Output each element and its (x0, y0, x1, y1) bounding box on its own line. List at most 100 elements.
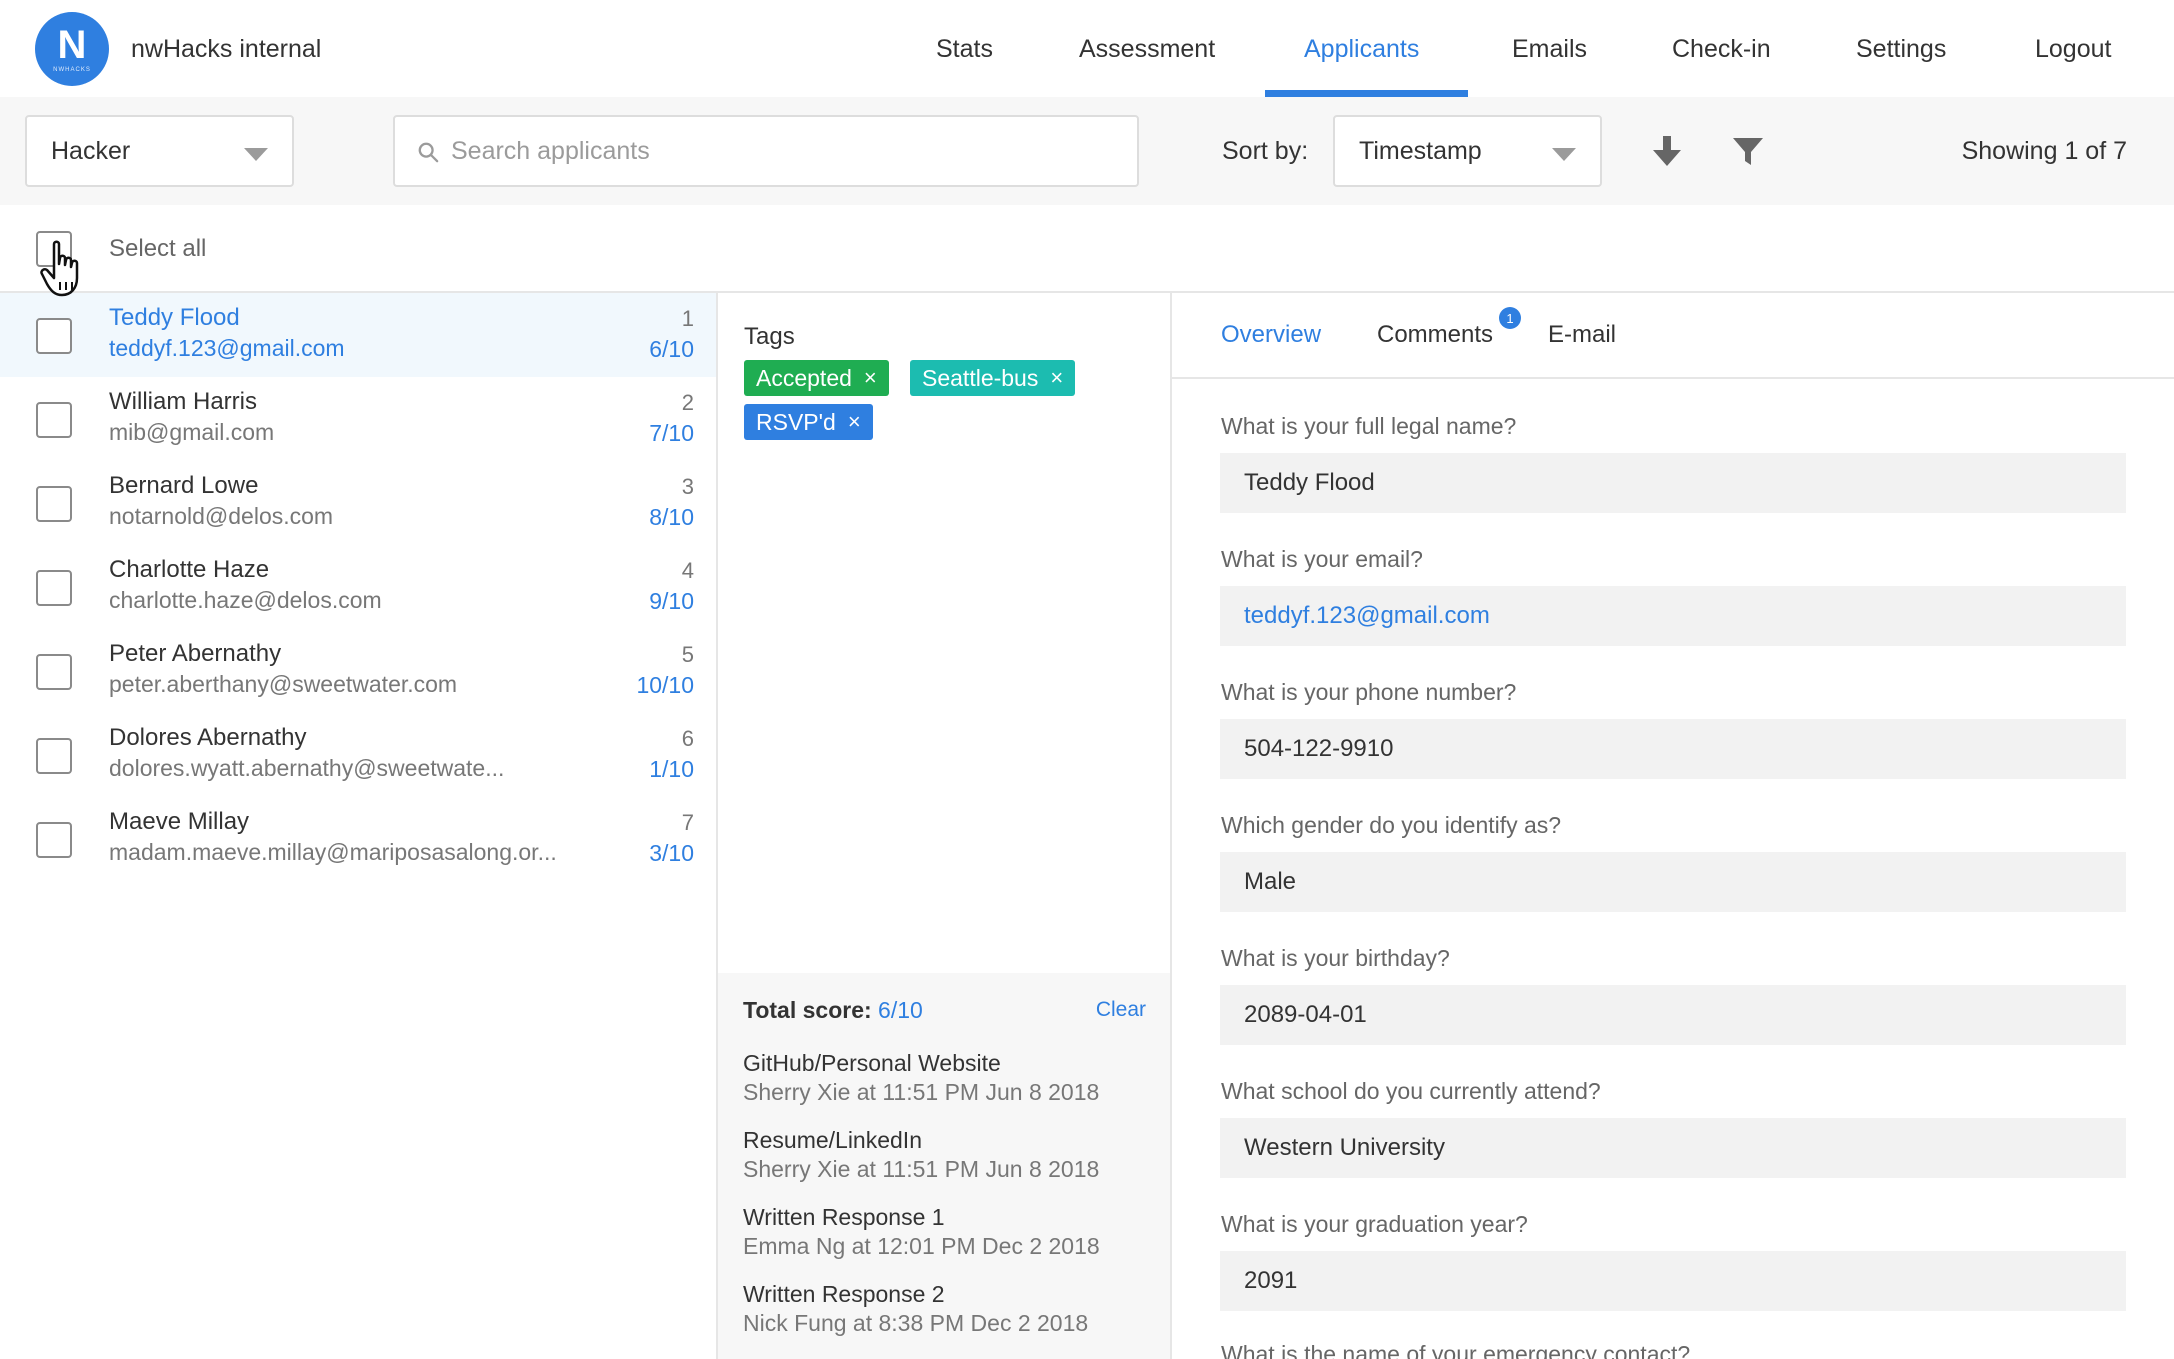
question-label: Which gender do you identify as? (1221, 812, 1562, 838)
applicant-name: Dolores Abernathy (109, 724, 307, 751)
tag-rsvpd[interactable]: RSVP'd × (744, 404, 873, 440)
applicant-number: 4 (681, 558, 694, 583)
tag-accepted[interactable]: Accepted × (744, 360, 889, 396)
select-all-label: Select all (109, 235, 207, 262)
question-label: What school do you currently attend? (1221, 1078, 1601, 1104)
score-criterion: Resume/LinkedIn (743, 1127, 922, 1153)
applicant-score: 3/10 (649, 840, 694, 866)
answer-field: Teddy Flood (1220, 453, 2126, 513)
answer-field: 2089-04-01 (1220, 985, 2126, 1045)
nav-stats[interactable]: Stats (936, 35, 993, 64)
score-entry: Written Response 2 Nick Fung at 8:38 PM … (743, 1281, 1088, 1337)
applicant-score: 9/10 (649, 588, 694, 614)
select-all-row: Select all (0, 205, 2174, 293)
tags-and-scores-panel: Tags Accepted × Seattle-bus × RSVP'd × T… (718, 293, 1172, 1359)
nwhacks-logo[interactable]: N NWHACKS (35, 12, 109, 86)
score-author: Sherry Xie at 11:51 PM Jun 8 2018 (743, 1079, 1100, 1105)
applicant-email: notarnold@delos.com (109, 503, 334, 529)
remove-tag-icon[interactable]: × (864, 365, 877, 391)
question-label: What is your phone number? (1221, 679, 1517, 705)
applicant-row[interactable]: Dolores Abernathy dolores.wyatt.abernath… (0, 713, 716, 797)
applicant-number: 5 (681, 642, 694, 667)
tab-comments[interactable]: Comments (1377, 321, 1493, 349)
applicant-name: Bernard Lowe (109, 472, 259, 499)
search-input[interactable] (451, 117, 1121, 185)
answer-field: 504-122-9910 (1220, 719, 2126, 779)
remove-tag-icon[interactable]: × (848, 409, 861, 435)
applicant-email: madam.maeve.millay@mariposasalong.or... (109, 839, 557, 865)
applicant-email: dolores.wyatt.abernathy@sweetwate... (109, 755, 505, 781)
applicant-row[interactable]: Peter Abernathy peter.aberthany@sweetwat… (0, 629, 716, 713)
applicant-number: 2 (681, 390, 694, 415)
answer-field: Western University (1220, 1118, 2126, 1178)
nav-applicants[interactable]: Applicants (1304, 35, 1419, 64)
applicant-number: 7 (681, 810, 694, 835)
score-entry: Resume/LinkedIn Sherry Xie at 11:51 PM J… (743, 1127, 1099, 1183)
nav-assessment[interactable]: Assessment (1079, 35, 1215, 64)
question-label: What is your graduation year? (1221, 1211, 1528, 1237)
applicant-score: 8/10 (649, 504, 694, 530)
tag-label: Seattle-bus (922, 364, 1039, 391)
applicant-list: Teddy Flood teddyf.123@gmail.com 1 6/10 … (0, 293, 718, 1359)
tab-email[interactable]: E-mail (1548, 321, 1616, 349)
applicant-score: 1/10 (649, 756, 694, 782)
comments-count-badge: 1 (1499, 307, 1521, 329)
answer-field: Male (1220, 852, 2126, 912)
nav-emails[interactable]: Emails (1512, 35, 1587, 64)
showing-count: Showing 1 of 7 (1961, 137, 2127, 165)
applicant-row[interactable]: Bernard Lowe notarnold@delos.com 3 8/10 (0, 461, 716, 545)
select-all-checkbox[interactable] (36, 231, 72, 267)
total-score: Total score: 6/10 (743, 997, 923, 1024)
applicant-name: Teddy Flood (109, 304, 240, 331)
tag-label: Accepted (756, 364, 852, 391)
detail-tabs: Overview Comments 1 E-mail (1172, 293, 2174, 379)
nav-logout[interactable]: Logout (2035, 35, 2111, 64)
filter-icon[interactable] (1730, 133, 1766, 169)
sort-by-label: Sort by: (1222, 137, 1309, 165)
row-checkbox[interactable] (36, 318, 72, 354)
dropdown-caret-icon (244, 148, 268, 161)
tags-title: Tags (744, 323, 795, 350)
question-label: What is your email? (1221, 546, 1423, 572)
applicant-row[interactable]: Charlotte Haze charlotte.haze@delos.com … (0, 545, 716, 629)
tag-label: RSVP'd (756, 408, 836, 435)
score-author: Nick Fung at 8:38 PM Dec 2 2018 (743, 1310, 1089, 1336)
applicant-row[interactable]: Teddy Flood teddyf.123@gmail.com 1 6/10 (0, 293, 716, 377)
row-checkbox[interactable] (36, 402, 72, 438)
logo-wordmark: NWHACKS (53, 67, 91, 73)
logo-letter: N (57, 23, 87, 67)
answer-email-link[interactable]: teddyf.123@gmail.com (1220, 586, 2126, 646)
answer-field: 2091 (1220, 1251, 2126, 1311)
sort-value: Timestamp (1359, 136, 1482, 165)
nav-check-in[interactable]: Check-in (1672, 35, 1771, 64)
row-checkbox[interactable] (36, 822, 72, 858)
applicant-score: 7/10 (649, 420, 694, 446)
tag-seattle-bus[interactable]: Seattle-bus × (910, 360, 1076, 396)
score-author: Sherry Xie at 11:51 PM Jun 8 2018 (743, 1156, 1100, 1182)
applicant-score: 6/10 (649, 336, 694, 362)
nav-settings[interactable]: Settings (1856, 35, 1946, 64)
clear-scores-link[interactable]: Clear (1096, 998, 1146, 1022)
applicant-row[interactable]: William Harris mib@gmail.com 2 7/10 (0, 377, 716, 461)
score-panel: Total score: 6/10 Clear GitHub/Personal … (718, 973, 1170, 1359)
row-checkbox[interactable] (36, 738, 72, 774)
active-tab-indicator (1265, 90, 1468, 97)
applicant-row[interactable]: Maeve Millay madam.maeve.millay@mariposa… (0, 797, 716, 881)
sort-select[interactable]: Timestamp (1333, 115, 1602, 187)
applicant-email: teddyf.123@gmail.com (109, 335, 345, 361)
applicant-name: Peter Abernathy (109, 640, 282, 667)
applicant-type-select[interactable]: Hacker (25, 115, 294, 187)
row-checkbox[interactable] (36, 654, 72, 690)
remove-tag-icon[interactable]: × (1050, 365, 1063, 391)
search-box[interactable] (393, 115, 1139, 187)
row-checkbox[interactable] (36, 486, 72, 522)
tab-overview[interactable]: Overview (1221, 321, 1321, 349)
score-criterion: Written Response 2 (743, 1281, 945, 1307)
toolbar: Hacker Sort by: Timestamp Showing 1 of 7 (0, 97, 2174, 205)
row-checkbox[interactable] (36, 570, 72, 606)
search-icon (418, 142, 439, 163)
top-navigation: N NWHACKS nwHacks internal Stats Assessm… (0, 0, 2174, 97)
sort-descending-icon[interactable] (1649, 133, 1685, 169)
question-label: What is the name of your emergency conta… (1221, 1341, 1691, 1359)
applicant-details: Overview Comments 1 E-mail What is your … (1172, 293, 2174, 1359)
